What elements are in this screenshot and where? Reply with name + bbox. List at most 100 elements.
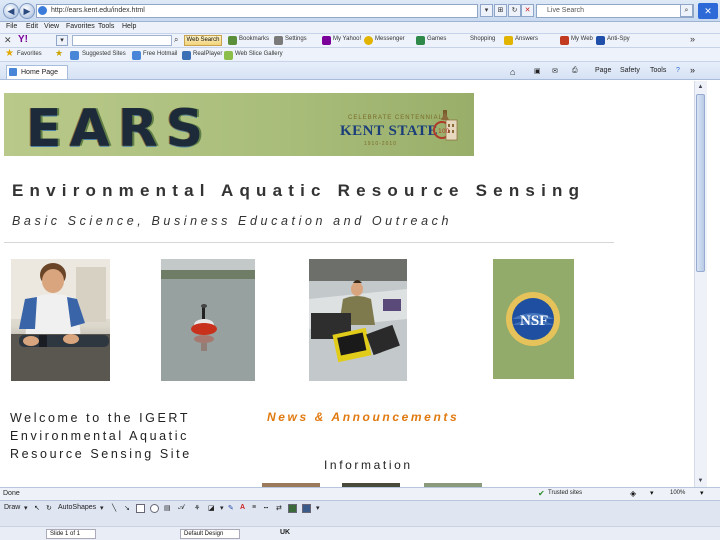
cmd-more-icon[interactable]: » — [690, 65, 695, 75]
scroll-down-icon[interactable]: ▼ — [696, 476, 705, 486]
ears-logo-text: EARS — [26, 99, 212, 159]
status-bar: Done ✔ Trusted sites ◈ ▾ 100% ▾ — [0, 487, 720, 500]
autoshapes-menu[interactable]: AutoShapes — [58, 504, 96, 511]
nsf-text: NSF — [520, 313, 548, 329]
arrow-tool-icon[interactable]: ↘ — [124, 504, 130, 512]
close-window-button[interactable]: ✕ — [698, 3, 718, 19]
add-favorite-icon[interactable]: ★ — [55, 48, 63, 59]
arrow-style-icon[interactable]: ⇄ — [276, 504, 282, 512]
cmd-page[interactable]: Page — [595, 67, 611, 74]
yahoo-search-icon[interactable]: ⌕ — [174, 35, 178, 45]
menu-tools[interactable]: Tools — [98, 23, 114, 30]
toolbar-games[interactable]: Games — [427, 36, 446, 42]
address-bar: ◀ ▶ http://ears.kent.edu/index.html ▾ ⊞ … — [0, 0, 720, 22]
kent-state-logo: KENT STATE — [340, 123, 438, 139]
menu-edit[interactable]: Edit — [26, 23, 38, 30]
zoom-dropdown-icon[interactable]: ▾ — [650, 489, 654, 497]
font-color-icon[interactable]: A — [240, 504, 245, 511]
cmd-safety[interactable]: Safety — [620, 67, 640, 74]
shadow-style-icon[interactable] — [288, 504, 297, 513]
fav-free-hotmail[interactable]: Free Hotmail — [143, 51, 177, 57]
draw-menu[interactable]: Draw — [4, 504, 20, 511]
fav-suggested-sites[interactable]: Suggested Sites — [82, 51, 126, 57]
yahoo-logo: Y! — [18, 34, 28, 45]
feeds-icon[interactable]: ▣ — [534, 67, 541, 75]
slide-indicator: Slide 1 of 1 — [46, 529, 96, 539]
hotmail-icon — [132, 51, 141, 60]
zoom-menu-icon[interactable]: ▾ — [700, 489, 704, 497]
oval-tool-icon[interactable] — [150, 504, 159, 513]
drawbar-more-icon[interactable]: ▾ — [316, 504, 320, 512]
yahoo-menu-icon[interactable]: ▾ — [56, 35, 68, 46]
fill-color-icon[interactable]: ◪ — [208, 504, 215, 512]
menu-view[interactable]: View — [44, 23, 59, 30]
toolbar-shopping[interactable]: Shopping — [470, 36, 495, 42]
stop-icon[interactable]: ✕ — [521, 4, 534, 17]
search-input[interactable]: Live Search — [536, 4, 694, 18]
print-icon[interactable]: ⎙ — [572, 67, 578, 75]
security-zone[interactable]: Trusted sites — [548, 490, 582, 496]
scroll-thumb[interactable] — [696, 94, 705, 272]
fill-dropdown-icon[interactable]: ▾ — [220, 504, 224, 512]
divider — [4, 242, 614, 243]
toolbar-anti-spy[interactable]: Anti-Spy — [607, 36, 630, 42]
menu-help[interactable]: Help — [122, 23, 136, 30]
web-search-button[interactable]: Web Search — [184, 35, 222, 46]
toolbar-my-web[interactable]: My Web — [571, 36, 593, 42]
back-button[interactable]: ◀ — [3, 3, 19, 19]
bookmarks-icon — [228, 36, 237, 45]
window-margin — [707, 81, 720, 487]
suggested-sites-icon — [70, 51, 79, 60]
toolbar-messenger[interactable]: Messenger — [375, 36, 405, 42]
photo-field-researcher — [309, 259, 407, 381]
line-style-icon[interactable]: ≡ — [252, 504, 256, 511]
yahoo-toolbar: ✕ Y! ▾ ⌕ Web Search Bookmarks Settings M… — [0, 34, 720, 48]
kent-years: 1910-2010 — [364, 141, 397, 147]
toolbar-bookmarks[interactable]: Bookmarks — [239, 36, 269, 42]
toolbar-answers[interactable]: Answers — [515, 36, 538, 42]
textbox-tool-icon[interactable]: ▤ — [164, 504, 171, 512]
wordart-icon[interactable]: 𝒜 — [178, 504, 185, 512]
line-tool-icon[interactable]: ╲ — [112, 504, 116, 512]
fav-web-slice-gallery[interactable]: Web Slice Gallery — [235, 51, 283, 57]
autoshapes-dropdown-icon[interactable]: ▾ — [100, 504, 104, 512]
search-icon[interactable]: ⌕ — [680, 4, 693, 17]
menu-file[interactable]: File — [6, 23, 17, 30]
menu-favorites[interactable]: Favorites — [66, 23, 95, 30]
clipart-icon[interactable]: ⚘ — [194, 504, 200, 512]
draw-dropdown-icon[interactable]: ▾ — [24, 504, 28, 512]
toolbar-more-icon[interactable]: » — [690, 34, 695, 44]
language-indicator[interactable]: UK — [280, 529, 290, 536]
mail-icon[interactable]: ✉ — [552, 67, 558, 75]
select-arrow-icon[interactable]: ↖ — [34, 504, 40, 512]
design-template[interactable]: Default Design — [180, 529, 240, 539]
browser-window: ◀ ▶ http://ears.kent.edu/index.html ▾ ⊞ … — [0, 0, 720, 540]
rectangle-tool-icon[interactable] — [136, 504, 145, 513]
yahoo-search-input[interactable] — [72, 35, 172, 46]
protected-mode-icon[interactable]: ◈ — [630, 489, 636, 498]
zoom-level[interactable]: 100% — [670, 490, 685, 496]
help-icon[interactable]: ? — [676, 67, 680, 74]
rotate-icon[interactable]: ↻ — [46, 504, 52, 512]
favorites-star-icon: ★ — [5, 48, 14, 59]
photo-researcher-equipment — [11, 259, 110, 381]
fav-realplayer[interactable]: RealPlayer — [193, 51, 222, 57]
compatibility-icon[interactable]: ⊞ — [494, 4, 507, 17]
toolbar-my-yahoo[interactable]: My Yahoo! — [333, 36, 361, 42]
toolbar-settings[interactable]: Settings — [285, 36, 307, 42]
page-content: EARS CELEBRATE CENTENNIAL KENT STATE 191… — [0, 81, 694, 487]
home-icon[interactable]: ⌂ — [510, 67, 515, 77]
address-dropdown-icon[interactable]: ▾ — [480, 4, 493, 17]
address-input[interactable]: http://ears.kent.edu/index.html — [36, 4, 478, 18]
3d-style-icon[interactable] — [302, 504, 311, 513]
favorites-button[interactable]: Favorites — [17, 51, 42, 57]
forward-button[interactable]: ▶ — [19, 3, 35, 19]
news-announcements-link[interactable]: News & Announcements — [267, 410, 459, 424]
toolbar-close-icon[interactable]: ✕ — [4, 35, 12, 46]
refresh-icon[interactable]: ↻ — [508, 4, 521, 17]
dash-style-icon[interactable]: ┅ — [264, 504, 268, 512]
scroll-up-icon[interactable]: ▲ — [696, 82, 705, 92]
line-color-icon[interactable]: ✎ — [228, 504, 234, 512]
kent-tagline: CELEBRATE CENTENNIAL — [348, 115, 443, 121]
cmd-tools[interactable]: Tools — [650, 67, 666, 74]
